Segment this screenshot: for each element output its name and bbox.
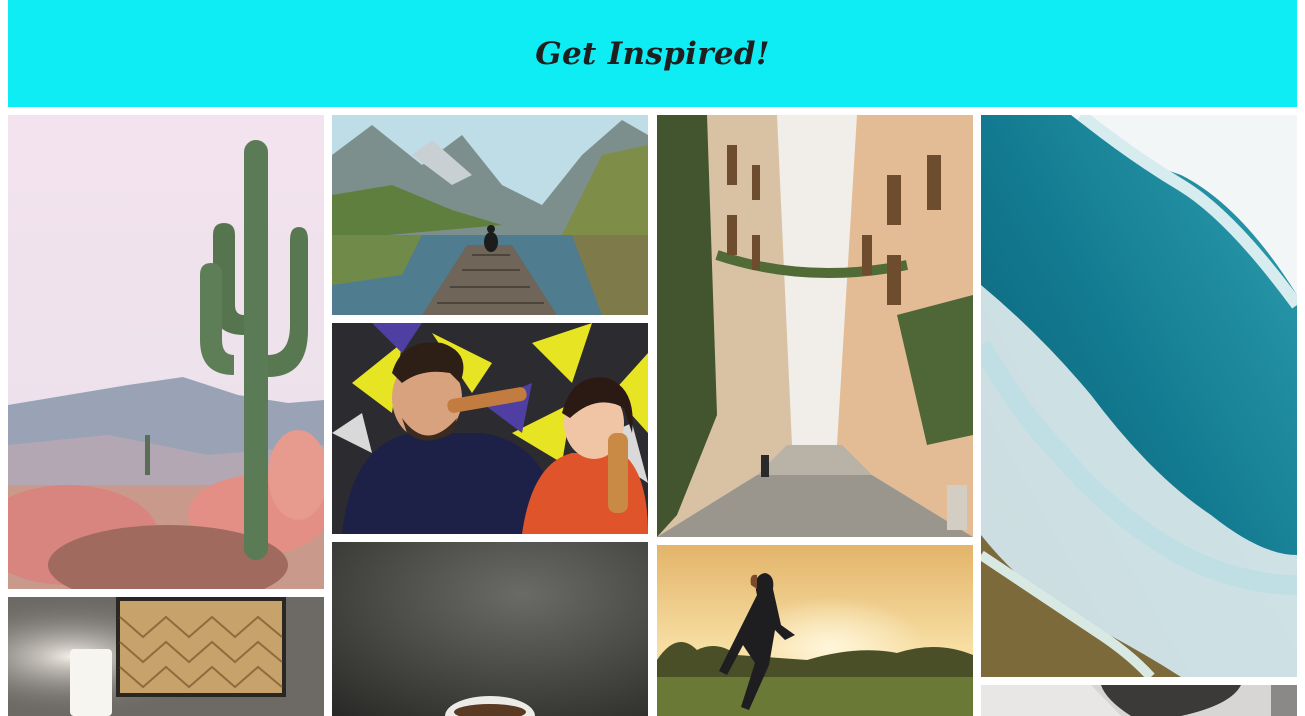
gallery-photo-runner[interactable] (657, 545, 973, 716)
gallery-photo-cactus[interactable] (8, 115, 324, 589)
page-header: Get Inspired! (8, 0, 1297, 107)
gallery-photo-street[interactable] (657, 115, 973, 537)
gallery-photo-ocean[interactable] (981, 115, 1297, 677)
gallery-photo-lake-dock[interactable] (332, 115, 648, 315)
gallery-photo-portrait[interactable] (981, 685, 1297, 716)
gallery-photo-friends[interactable] (332, 323, 648, 534)
page-title: Get Inspired! (535, 35, 770, 72)
gallery-photo-lamp[interactable] (8, 597, 324, 716)
gallery-photo-coffee[interactable] (332, 542, 648, 716)
